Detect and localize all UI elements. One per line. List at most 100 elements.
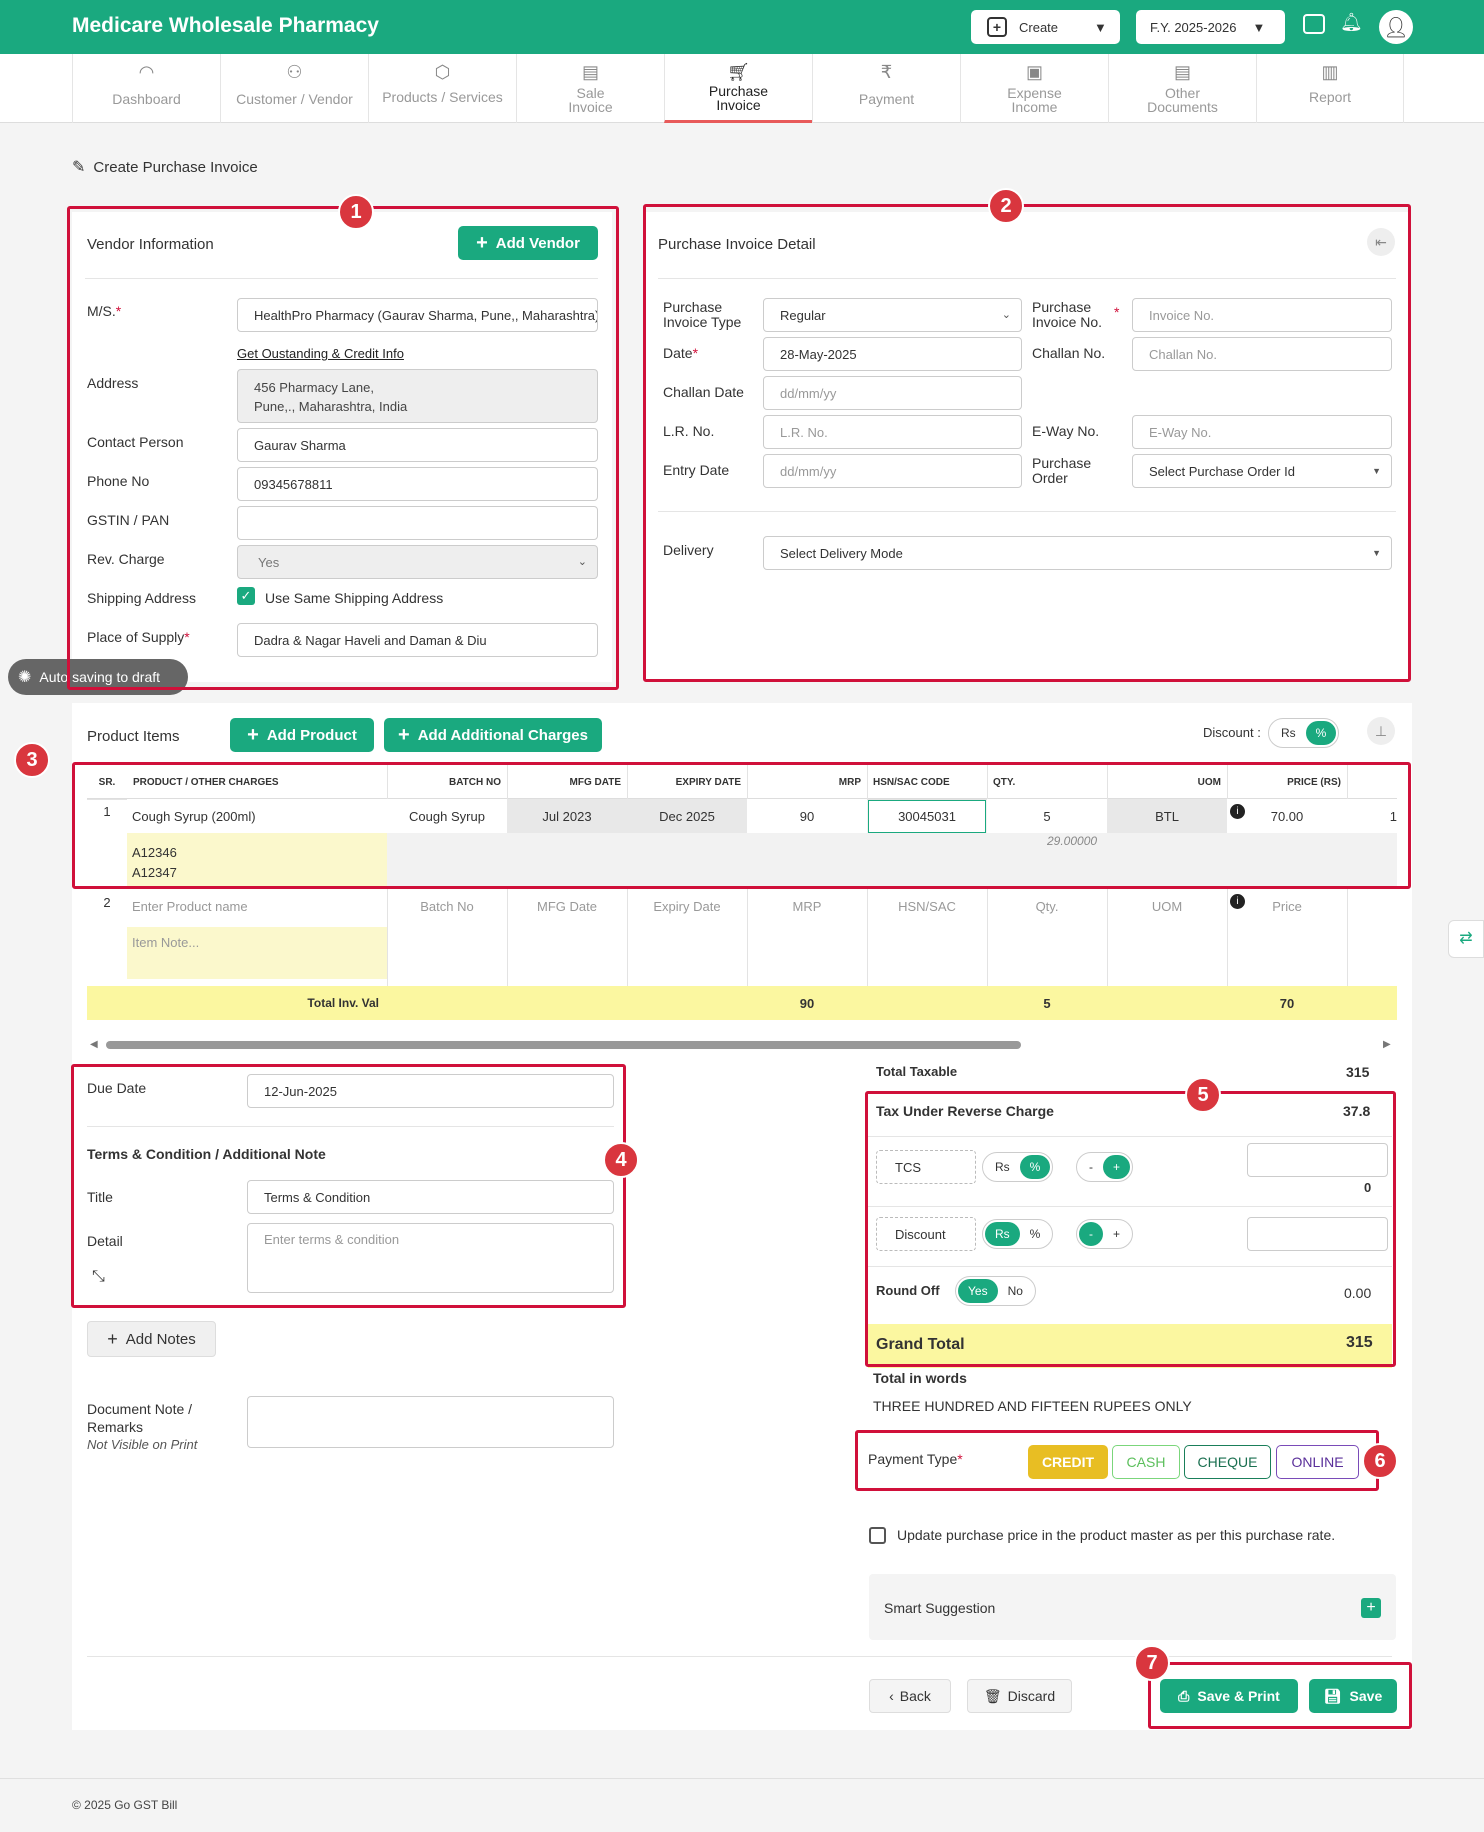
nav-report[interactable]: ▥ Report — [1256, 54, 1404, 123]
highlight-box-invoice — [643, 204, 1411, 682]
add-additional-charges-button[interactable]: + Add Additional Charges — [384, 718, 602, 752]
total-taxable-value: 315 — [1346, 1064, 1370, 1080]
total-qty: 5 — [1043, 995, 1051, 1011]
nav-other-documents[interactable]: ▤ Other Documents — [1108, 54, 1256, 123]
batch-field[interactable]: Batch No — [387, 889, 507, 923]
caret-down-icon: ▼ — [1094, 19, 1107, 35]
calculator-icon[interactable] — [1303, 14, 1325, 34]
horizontal-scrollbar[interactable] — [106, 1041, 1021, 1049]
discount-label: Discount : — [1203, 725, 1261, 740]
document-note-textarea[interactable] — [247, 1396, 614, 1448]
highlight-box-terms — [71, 1064, 626, 1308]
smart-suggestion-label: Smart Suggestion — [884, 1600, 996, 1616]
nav-dashboard[interactable]: ◠ Dashboard — [72, 54, 220, 123]
plus-icon: + — [247, 723, 259, 746]
discount-rs-option[interactable]: Rs — [1271, 721, 1306, 745]
brand-title: Medicare Wholesale Pharmacy — [72, 14, 379, 37]
cart-icon: 🛒︎ — [727, 62, 750, 82]
page-title-text: Create Purchase Invoice — [93, 158, 258, 176]
highlight-box-payment — [855, 1430, 1379, 1491]
expand-plus-icon[interactable]: + — [1361, 1598, 1381, 1618]
bell-icon[interactable]: 🔔︎ — [1340, 12, 1363, 33]
nav-label: Payment — [858, 91, 915, 107]
item-note-field[interactable]: Item Note... — [127, 927, 387, 979]
footer-divider — [0, 1778, 1484, 1779]
nav-label: Products / Services — [382, 89, 503, 105]
nav-customer-vendor[interactable]: ⚇ Customer / Vendor — [220, 54, 368, 123]
nav-label: Customer / Vendor — [236, 91, 353, 107]
nav-label: Dashboard — [112, 91, 181, 107]
side-panel-icon[interactable]: ⇄ — [1448, 920, 1484, 958]
product-items-heading: Product Items — [87, 728, 180, 745]
plus-icon: + — [107, 1328, 118, 1349]
uom-field[interactable]: UOM — [1107, 889, 1227, 923]
highlight-box-products — [72, 762, 1411, 889]
nav-products-services[interactable]: ⬡ Products / Services — [368, 54, 516, 123]
badge-5: 5 — [1185, 1077, 1221, 1113]
nav-sale-invoice[interactable]: ▤ Sale Invoice — [516, 54, 664, 123]
total-label: Total Inv. Val — [307, 996, 379, 1010]
badge-6: 6 — [1362, 1443, 1398, 1479]
users-icon: ⚇ — [286, 62, 303, 82]
expiry-date-field[interactable]: Expiry Date — [627, 889, 747, 923]
nav-label: Other Documents — [1147, 85, 1218, 115]
document-note-label: Document Note / Remarks Not Visible on Pri… — [87, 1401, 198, 1452]
add-notes-label: Add Notes — [125, 1330, 196, 1348]
avatar[interactable]: 👤︎ — [1379, 10, 1413, 44]
hsn-field[interactable]: HSN/SAC — [867, 889, 987, 923]
document-icon: ▤ — [581, 62, 599, 82]
badge-4: 4 — [603, 1142, 639, 1178]
highlight-box-summary — [865, 1091, 1396, 1367]
add-notes-button[interactable]: + Add Notes — [87, 1321, 216, 1357]
product-name-field[interactable]: Enter Product name — [127, 889, 387, 923]
add-product-label: Add Product — [266, 726, 357, 744]
create-dropdown[interactable]: + Create ▼ — [971, 10, 1120, 44]
discard-button[interactable]: 🗑︎ Discard — [967, 1679, 1072, 1713]
badge-3: 3 — [14, 742, 50, 778]
spinner-icon: ✺ — [18, 669, 32, 686]
badge-7: 7 — [1134, 1645, 1170, 1681]
discount-pct-option[interactable]: % — [1305, 721, 1337, 745]
total-taxable-label: Total Taxable — [876, 1064, 958, 1079]
nav-expense-income[interactable]: ▣ Expense Income — [960, 54, 1108, 123]
page-title: ✎ Create Purchase Invoice — [72, 157, 258, 177]
scroll-right-icon[interactable]: ▶ — [1383, 1039, 1391, 1050]
update-price-label: Update purchase price in the product mas… — [897, 1527, 1336, 1543]
gauge-icon: ◠ — [138, 62, 155, 82]
nav-purchase-invoice[interactable]: 🛒︎ Purchase Invoice — [664, 54, 812, 123]
divider — [87, 1656, 1392, 1657]
total-mrp: 90 — [799, 995, 815, 1011]
highlight-box-vendor — [67, 206, 619, 690]
nav-label: Expense Income — [1007, 85, 1062, 115]
badge-2: 2 — [988, 188, 1024, 224]
mrp-field[interactable]: MRP — [747, 889, 867, 923]
edit-icon: ✎ — [72, 159, 86, 176]
qty-field[interactable]: Qty. — [987, 889, 1107, 923]
price-placeholder: Price — [1272, 898, 1302, 914]
add-charges-label: Add Additional Charges — [417, 726, 588, 744]
update-price-checkbox[interactable] — [869, 1527, 886, 1544]
document-icon: ▤ — [1173, 62, 1191, 82]
nav-label: Sale Invoice — [568, 85, 613, 115]
report-icon: ▥ — [1321, 62, 1339, 82]
price-field[interactable]: i Price — [1227, 889, 1347, 923]
expense-icon: ▣ — [1025, 62, 1043, 82]
info-icon: i — [1230, 894, 1245, 909]
column-settings-icon[interactable]: ⊥ — [1367, 717, 1395, 745]
fy-label: F.Y. 2025-2026 — [1150, 19, 1237, 35]
back-button[interactable]: ‹ Back — [869, 1679, 951, 1713]
create-label: Create — [1019, 19, 1059, 35]
add-product-button[interactable]: + Add Product — [230, 718, 374, 752]
total-price: 70 — [1279, 995, 1295, 1011]
main-nav: ◠ Dashboard ⚇ Customer / Vendor ⬡ Products … — [0, 54, 1484, 123]
fy-dropdown[interactable]: F.Y. 2025-2026 ▼ — [1136, 10, 1285, 44]
row-sr: 2 — [103, 894, 111, 910]
scroll-left-icon[interactable]: ◀ — [90, 1039, 98, 1050]
plus-square-icon: + — [987, 17, 1007, 37]
plus-icon: + — [398, 723, 410, 746]
nav-payment[interactable]: ₹ Payment — [812, 54, 960, 123]
back-label: Back — [899, 1688, 931, 1704]
mfg-date-field[interactable]: MFG Date — [507, 889, 627, 923]
discard-label: Discard — [1007, 1688, 1056, 1704]
discount-type-toggle[interactable]: Rs% — [1268, 718, 1340, 748]
